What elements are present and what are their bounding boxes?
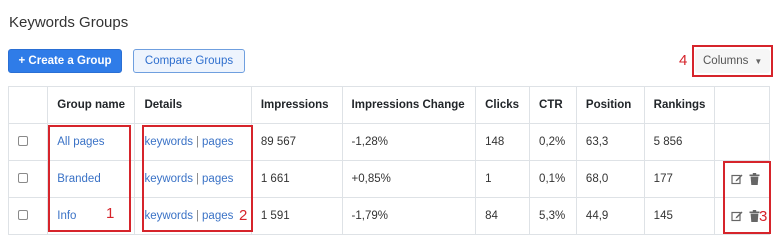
position-cell: 44,9 — [575, 197, 645, 235]
annotation-number-2: 2 — [239, 207, 248, 224]
create-group-button[interactable]: + Create a Group — [8, 49, 122, 73]
page-title: Keywords Groups — [9, 14, 129, 31]
ctr-cell: 0,2% — [529, 123, 577, 161]
annotation-number-3: 3 — [759, 208, 768, 225]
impressions-change-cell: -1,28% — [341, 123, 477, 161]
row-checkbox[interactable] — [18, 135, 28, 146]
row-checkbox[interactable] — [18, 209, 28, 220]
ctr-cell: 0,1% — [529, 160, 577, 198]
rankings-cell: 145 — [643, 197, 716, 235]
rankings-cell: 177 — [643, 160, 716, 198]
annotation-number-1: 1 — [106, 205, 115, 222]
actions-cell — [714, 123, 770, 161]
impressions-cell: 89 567 — [250, 123, 343, 161]
annotation-box-4 — [692, 45, 773, 77]
header-ctr[interactable]: CTR — [529, 86, 577, 124]
header-impressions-change[interactable]: Impressions Change — [341, 86, 477, 124]
position-cell: 63,3 — [575, 123, 645, 161]
header-select — [7, 86, 49, 124]
rankings-cell: 5 856 — [643, 123, 716, 161]
annotation-number-4: 4 — [679, 52, 688, 69]
position-cell: 68,0 — [575, 160, 645, 198]
header-position[interactable]: Position — [575, 86, 645, 124]
impressions-change-cell: -1,79% — [341, 197, 477, 235]
clicks-cell: 84 — [475, 197, 531, 235]
header-rankings[interactable]: Rankings — [643, 86, 716, 124]
annotation-box-2 — [142, 125, 253, 232]
header-actions — [714, 86, 770, 124]
annotation-box-1 — [48, 125, 131, 232]
impressions-cell: 1 661 — [250, 160, 343, 198]
row-checkbox[interactable] — [18, 172, 28, 183]
header-impressions[interactable]: Impressions — [250, 86, 343, 124]
impressions-change-cell: +0,85% — [341, 160, 477, 198]
impressions-cell: 1 591 — [250, 197, 343, 235]
clicks-cell: 1 — [475, 160, 531, 198]
header-details: Details — [134, 86, 252, 124]
header-clicks[interactable]: Clicks — [475, 86, 531, 124]
header-group-name[interactable]: Group name — [47, 86, 136, 124]
clicks-cell: 148 — [475, 123, 531, 161]
table-header-row: Group name Details Impressions Impressio… — [7, 86, 770, 124]
compare-groups-button[interactable]: Compare Groups — [133, 49, 245, 73]
ctr-cell: 5,3% — [529, 197, 577, 235]
